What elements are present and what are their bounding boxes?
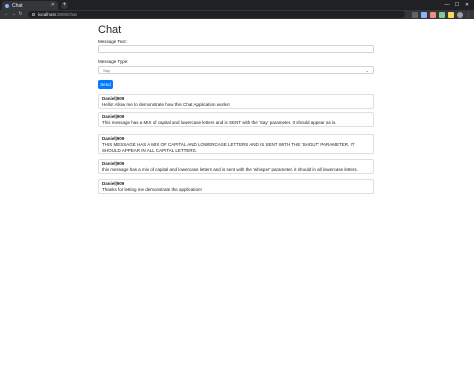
- tab-close-icon[interactable]: ✕: [51, 3, 55, 8]
- tab-title: Chat: [12, 2, 23, 9]
- profile-avatar[interactable]: [457, 11, 463, 18]
- message-text: this message has a mix of capital and lo…: [102, 167, 358, 172]
- message-card: Daniel|909 THIS MESSAGE HAS A MIX OF CAP…: [98, 134, 374, 154]
- window-close-icon[interactable]: ✕: [462, 1, 472, 9]
- extension-icon[interactable]: [421, 11, 427, 18]
- address-bar[interactable]: localhost :3000/chat: [28, 11, 405, 18]
- extension-icon[interactable]: [430, 11, 436, 18]
- browser-tab-strip: Chat ✕ + — ☐ ✕: [0, 0, 474, 10]
- new-tab-icon[interactable]: +: [61, 2, 68, 9]
- message-type-value: Say: [103, 67, 110, 73]
- favicon-icon: [5, 3, 9, 8]
- message-type-label: Message Type:: [98, 59, 129, 64]
- page-content: Chat Message Text: Message Type: Say ⌄ S…: [0, 19, 474, 384]
- message-text: Hello! Allow me to demonstrate how this …: [102, 102, 230, 107]
- extension-icon[interactable]: [439, 11, 445, 18]
- chevron-down-icon: ⌄: [365, 67, 369, 73]
- message-type-select[interactable]: Say ⌄: [98, 66, 374, 74]
- message-card: Daniel|909 this message has a mix of cap…: [98, 159, 374, 174]
- address-path: :3000/chat: [55, 12, 77, 17]
- forward-icon[interactable]: →: [10, 10, 17, 19]
- message-card: Daniel|909 Thanks for letting me demonst…: [98, 179, 374, 194]
- extension-icon[interactable]: [412, 11, 418, 18]
- message-text-label: Message Text:: [98, 39, 127, 44]
- extension-icon[interactable]: [448, 11, 454, 18]
- window-controls: — ☐ ✕: [442, 1, 472, 9]
- message-text: This message has a MIX of capital and lo…: [102, 120, 337, 125]
- browser-menu-icon[interactable]: ⋮: [466, 12, 471, 18]
- browser-tab[interactable]: Chat ✕: [2, 1, 58, 10]
- message-card: Daniel|909 Hello! Allow me to demonstrat…: [98, 94, 374, 109]
- back-icon[interactable]: ←: [3, 10, 10, 19]
- browser-toolbar: ← → ↻ localhost :3000/chat ⋮: [0, 10, 474, 19]
- reload-icon[interactable]: ↻: [17, 10, 24, 19]
- maximize-icon[interactable]: ☐: [452, 1, 462, 9]
- minimize-icon[interactable]: —: [442, 1, 452, 9]
- info-icon[interactable]: [32, 13, 35, 16]
- message-text-input[interactable]: [98, 45, 374, 53]
- page-title: Chat: [98, 24, 122, 36]
- send-button[interactable]: Send: [98, 80, 113, 89]
- message-text: THIS MESSAGE HAS A MIX OF CAPITAL AND LO…: [102, 142, 355, 153]
- message-text: Thanks for letting me demonstrate the ap…: [102, 187, 202, 192]
- address-host: localhost: [38, 12, 56, 17]
- message-card: Daniel|909 This message has a MIX of cap…: [98, 112, 374, 127]
